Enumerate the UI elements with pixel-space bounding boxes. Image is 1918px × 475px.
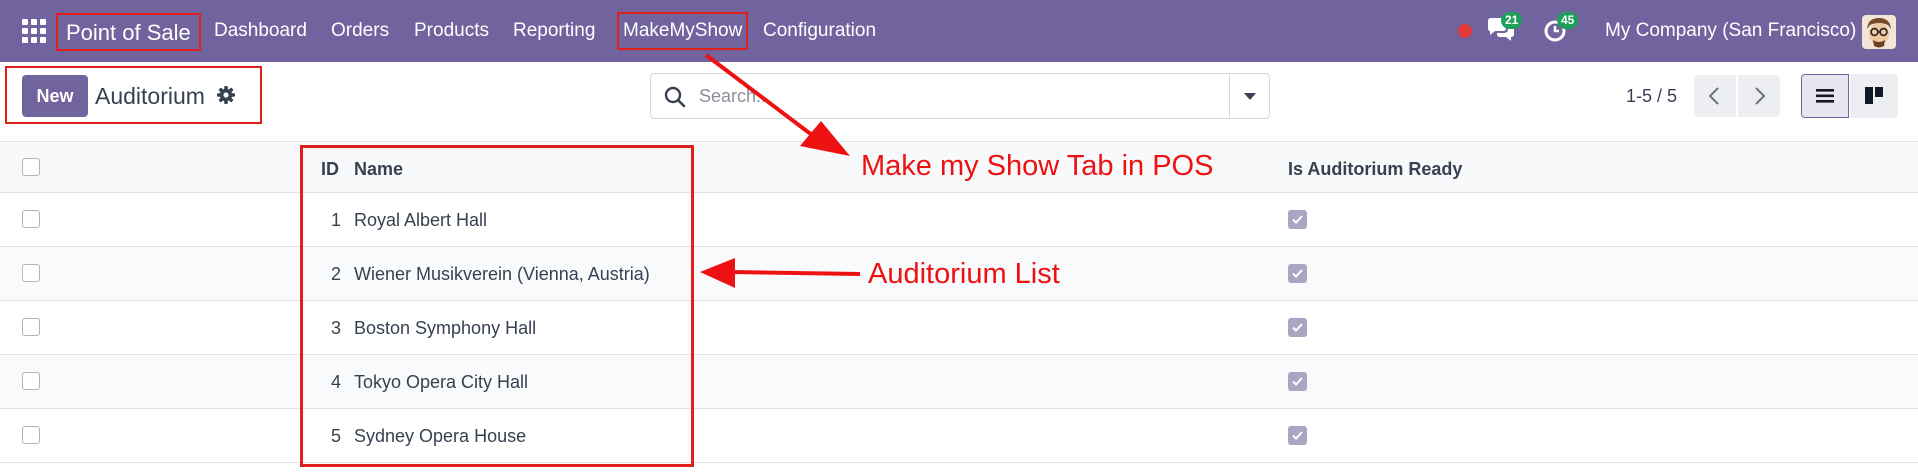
gear-icon[interactable] bbox=[216, 85, 236, 105]
menu-reporting[interactable]: Reporting bbox=[513, 18, 595, 44]
pager-value[interactable]: 1-5 / 5 bbox=[1626, 84, 1677, 108]
app-brand-point-of-sale[interactable]: Point of Sale bbox=[56, 13, 201, 51]
auditorium-ready-checkbox bbox=[1288, 318, 1307, 337]
row-checkbox[interactable] bbox=[22, 318, 40, 336]
apps-grid-icon[interactable] bbox=[22, 19, 46, 43]
table-row[interactable]: 4 Tokyo Opera City Hall bbox=[0, 355, 1918, 409]
row-checkbox[interactable] bbox=[22, 426, 40, 444]
menu-products[interactable]: Products bbox=[414, 18, 489, 44]
row-checkbox[interactable] bbox=[22, 210, 40, 228]
chat-bubbles-icon[interactable]: 21 bbox=[1486, 12, 1523, 46]
annotation-tab-note: Make my Show Tab in POS bbox=[861, 150, 1214, 182]
row-checkbox[interactable] bbox=[22, 372, 40, 390]
auditorium-ready-checkbox bbox=[1288, 426, 1307, 445]
table-row[interactable]: 5 Sydney Opera House bbox=[0, 409, 1918, 463]
auditorium-ready-checkbox bbox=[1288, 264, 1307, 283]
table-row[interactable]: 1 Royal Albert Hall bbox=[0, 193, 1918, 247]
messages-count-badge: 21 bbox=[1501, 12, 1523, 29]
kanban-view-button[interactable] bbox=[1850, 74, 1898, 118]
search-icon[interactable] bbox=[663, 85, 687, 109]
pager-next-button[interactable] bbox=[1738, 75, 1780, 117]
menu-makemyshow[interactable]: MakeMyShow bbox=[617, 12, 749, 50]
table-row[interactable]: 3 Boston Symphony Hall bbox=[0, 301, 1918, 355]
column-header-is-auditorium-ready[interactable]: Is Auditorium Ready bbox=[1288, 158, 1462, 180]
status-dot-icon[interactable] bbox=[1458, 24, 1472, 38]
search-options-toggle[interactable] bbox=[1229, 74, 1269, 118]
clock-activity-icon[interactable]: 45 bbox=[1542, 12, 1579, 46]
menu-configuration[interactable]: Configuration bbox=[763, 18, 876, 44]
auditorium-ready-checkbox bbox=[1288, 372, 1307, 391]
list-view-button[interactable] bbox=[1801, 74, 1849, 118]
auditorium-ready-checkbox bbox=[1288, 210, 1307, 229]
company-switcher[interactable]: My Company (San Francisco) bbox=[1605, 18, 1856, 44]
kanban-view-icon bbox=[1865, 87, 1883, 104]
search-input[interactable] bbox=[699, 82, 1199, 110]
breadcrumb-auditorium: Auditorium bbox=[95, 83, 205, 109]
menu-orders[interactable]: Orders bbox=[331, 18, 389, 44]
top-navbar: Point of Sale Dashboard Orders Products … bbox=[0, 0, 1918, 62]
menu-dashboard[interactable]: Dashboard bbox=[214, 18, 307, 44]
search-bar bbox=[650, 73, 1270, 119]
row-checkbox[interactable] bbox=[22, 264, 40, 282]
select-all-checkbox[interactable] bbox=[22, 158, 40, 176]
pager-previous-button[interactable] bbox=[1694, 75, 1736, 117]
auditorium-list-highlight bbox=[300, 145, 694, 467]
annotation-list-note: Auditorium List bbox=[868, 258, 1060, 290]
new-button[interactable]: New bbox=[22, 75, 88, 117]
user-avatar[interactable] bbox=[1862, 15, 1896, 49]
activities-count-badge: 45 bbox=[1557, 12, 1579, 29]
list-view-icon bbox=[1816, 89, 1834, 103]
